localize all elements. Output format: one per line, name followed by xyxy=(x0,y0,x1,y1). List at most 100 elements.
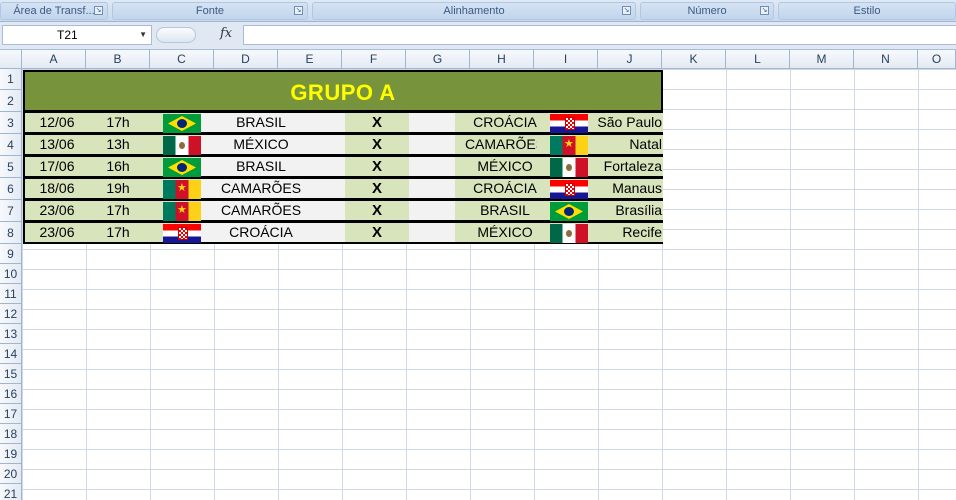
formula-resize-handle[interactable] xyxy=(156,27,196,43)
brazil-flag-icon xyxy=(550,202,588,221)
ribbon-group-label: Fonte xyxy=(195,5,225,17)
match-row[interactable]: 18/06 19h CAMARÕES X CROÁCIA Manaus xyxy=(23,178,663,200)
cameroon-flag-icon xyxy=(163,202,201,221)
row-header-13[interactable]: 13 xyxy=(0,324,22,344)
brazil-flag-icon xyxy=(163,114,201,133)
row-header-21[interactable]: 21 xyxy=(0,484,22,500)
row-header-4[interactable]: 4 xyxy=(0,134,22,156)
croatia-flag-icon xyxy=(163,224,201,243)
column-header-i[interactable]: I xyxy=(534,50,598,69)
home-team: BRASIL xyxy=(201,113,321,132)
formula-input[interactable] xyxy=(243,25,956,45)
match-date: 17/06 xyxy=(25,157,89,176)
row-header-19[interactable]: 19 xyxy=(0,444,22,464)
row-header-10[interactable]: 10 xyxy=(0,264,22,284)
host-city: Fortaleza xyxy=(585,157,663,176)
column-header-o[interactable]: O xyxy=(918,50,956,69)
column-header-h[interactable]: H xyxy=(470,50,534,69)
column-header-e[interactable]: E xyxy=(278,50,342,69)
ribbon-group-style: Estilo xyxy=(778,2,956,20)
ribbon-group-label: Alinhamento xyxy=(443,5,505,17)
column-header-l[interactable]: L xyxy=(726,50,790,69)
versus-marker: X xyxy=(345,157,409,176)
match-time: 19h xyxy=(89,179,153,198)
cameroon-flag-icon xyxy=(163,180,201,199)
column-header-c[interactable]: C xyxy=(150,50,214,69)
match-time: 17h xyxy=(89,223,153,242)
host-city: Manaus xyxy=(585,179,663,198)
column-header-b[interactable]: B xyxy=(86,50,150,69)
brazil-flag-icon xyxy=(163,158,201,177)
ribbon-group-label: Estilo xyxy=(853,5,881,17)
row-header-15[interactable]: 15 xyxy=(0,364,22,384)
dialog-launcher-icon[interactable]: ↘ xyxy=(294,6,303,15)
host-city: Brasília xyxy=(585,201,663,220)
column-header-n[interactable]: N xyxy=(854,50,918,69)
row-header-12[interactable]: 12 xyxy=(0,304,22,324)
formula-bar: T21 ▼ fx xyxy=(0,22,956,50)
match-date: 23/06 xyxy=(25,223,89,242)
row-header-17[interactable]: 17 xyxy=(0,404,22,424)
mexico-flag-icon xyxy=(550,158,588,177)
column-header-m[interactable]: M xyxy=(790,50,854,69)
name-box[interactable]: T21 ▼ xyxy=(2,25,152,45)
match-time: 17h xyxy=(89,201,153,220)
formula-controls: fx xyxy=(156,25,242,45)
select-all-corner[interactable] xyxy=(0,50,22,69)
group-header[interactable]: GRUPO A xyxy=(23,70,663,112)
host-city: Natal xyxy=(585,135,663,154)
ribbon-group-label: Área de Transf... xyxy=(13,5,95,17)
croatia-flag-icon xyxy=(550,180,588,199)
column-header-k[interactable]: K xyxy=(662,50,726,69)
row-header-14[interactable]: 14 xyxy=(0,344,22,364)
match-date: 12/06 xyxy=(25,113,89,132)
home-team: CROÁCIA xyxy=(201,223,321,242)
group-title: GRUPO A xyxy=(290,80,396,105)
dialog-launcher-icon[interactable]: ↘ xyxy=(622,6,631,15)
host-city: São Paulo xyxy=(585,113,663,132)
match-row[interactable]: 12/06 17h BRASIL X CROÁCIA São Paulo xyxy=(23,112,663,134)
match-time: 13h xyxy=(89,135,153,154)
ribbon-group-font: Fonte ↘ xyxy=(112,2,308,20)
chevron-down-icon[interactable]: ▼ xyxy=(139,26,147,44)
dialog-launcher-icon[interactable]: ↘ xyxy=(94,6,103,15)
row-header-11[interactable]: 11 xyxy=(0,284,22,304)
column-header-d[interactable]: D xyxy=(214,50,278,69)
row-header-20[interactable]: 20 xyxy=(0,464,22,484)
row-header-1[interactable]: 1 xyxy=(0,69,22,90)
match-date: 23/06 xyxy=(25,201,89,220)
match-row[interactable]: 13/06 13h MÉXICO X CAMARÕES Natal xyxy=(23,134,663,156)
ribbon-group-alignment: Alinhamento ↘ xyxy=(312,2,636,20)
insert-function-button[interactable]: fx xyxy=(220,26,232,41)
versus-marker: X xyxy=(345,201,409,220)
match-row[interactable]: 23/06 17h CROÁCIA X MÉXICO Recife xyxy=(23,222,663,244)
row-header-3[interactable]: 3 xyxy=(0,112,22,134)
row-header-9[interactable]: 9 xyxy=(0,244,22,264)
mexico-flag-icon xyxy=(163,136,201,155)
row-header-5[interactable]: 5 xyxy=(0,156,22,178)
column-header-a[interactable]: A xyxy=(22,50,86,69)
dialog-launcher-icon[interactable]: ↘ xyxy=(760,6,769,15)
croatia-flag-icon xyxy=(550,114,588,133)
match-row[interactable]: 17/06 16h BRASIL X MÉXICO Fortaleza xyxy=(23,156,663,178)
versus-marker: X xyxy=(345,113,409,132)
row-header-2[interactable]: 2 xyxy=(0,90,22,112)
row-header-6[interactable]: 6 xyxy=(0,178,22,200)
match-row[interactable]: 23/06 17h CAMARÕES X BRASIL Brasília xyxy=(23,200,663,222)
column-header-g[interactable]: G xyxy=(406,50,470,69)
ribbon-group-bar: Área de Transf... ↘ Fonte ↘ Alinhamento … xyxy=(0,0,956,22)
match-time: 17h xyxy=(89,113,153,132)
ribbon-group-label: Número xyxy=(687,5,727,17)
column-header-f[interactable]: F xyxy=(342,50,406,69)
row-header-16[interactable]: 16 xyxy=(0,384,22,404)
home-team: CAMARÕES xyxy=(201,179,321,198)
home-team: MÉXICO xyxy=(201,135,321,154)
row-header-8[interactable]: 8 xyxy=(0,222,22,244)
name-box-value: T21 xyxy=(57,28,78,42)
match-date: 18/06 xyxy=(25,179,89,198)
row-header-7[interactable]: 7 xyxy=(0,200,22,222)
column-header-j[interactable]: J xyxy=(598,50,662,69)
mexico-flag-icon xyxy=(550,224,588,243)
home-team: BRASIL xyxy=(201,157,321,176)
row-header-18[interactable]: 18 xyxy=(0,424,22,444)
